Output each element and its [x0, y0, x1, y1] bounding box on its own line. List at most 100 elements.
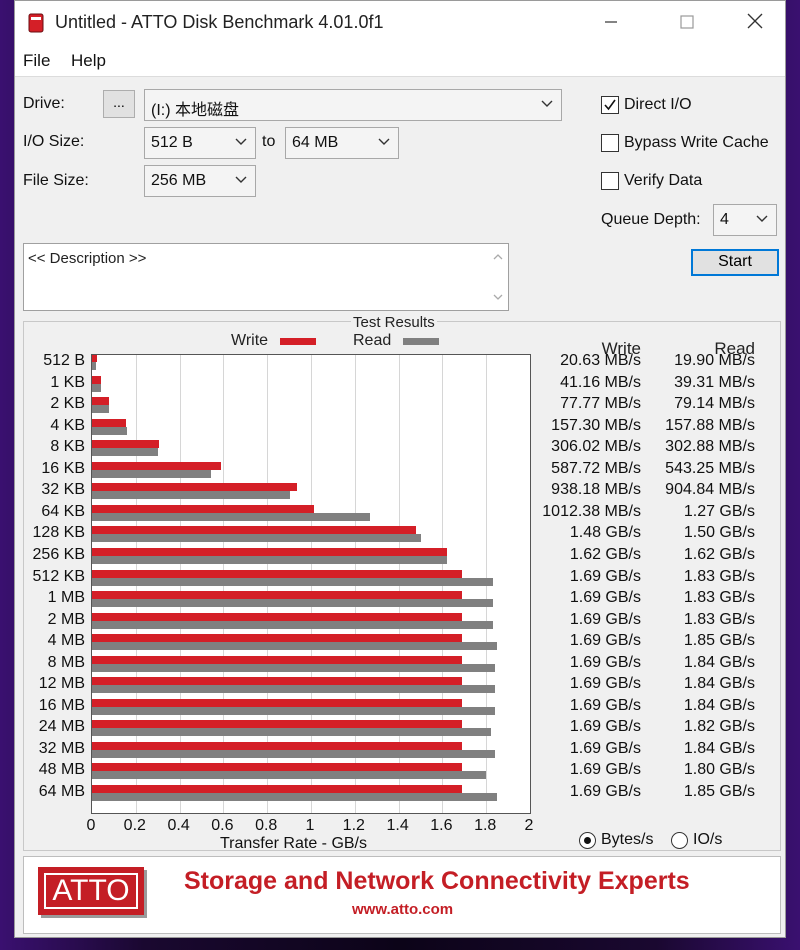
- queue-depth-label: Queue Depth:: [601, 211, 701, 228]
- read-bar: [92, 749, 495, 758]
- x-tick-label: 1.4: [386, 817, 409, 834]
- write-value: 1.69 GB/s: [569, 675, 641, 693]
- block-size-label: 16 KB: [41, 459, 85, 477]
- read-value: 1.84 GB/s: [683, 653, 755, 671]
- read-bar: [92, 491, 291, 500]
- block-size-label: 4 KB: [50, 416, 85, 434]
- chevron-down-icon: [541, 100, 553, 107]
- chevron-down-icon: [235, 176, 247, 183]
- queue-depth-select[interactable]: 4: [713, 204, 777, 236]
- grid-line: [530, 355, 531, 813]
- write-bar: [92, 418, 127, 427]
- io-per-sec-radio[interactable]: [671, 832, 688, 849]
- queue-depth-value: 4: [720, 211, 729, 228]
- write-bar: [92, 397, 110, 406]
- read-value: 543.25 MB/s: [665, 459, 755, 477]
- read-bar: [92, 577, 493, 586]
- io-size-max-select[interactable]: 64 MB: [285, 127, 399, 159]
- drive-select[interactable]: (I:) 本地磁盘: [144, 89, 562, 121]
- block-size-label: 128 KB: [32, 524, 85, 542]
- banner-tagline: Storage and Network Connectivity Experts: [184, 867, 690, 895]
- block-size-label: 16 MB: [38, 696, 85, 714]
- read-value: 1.83 GB/s: [683, 589, 755, 607]
- write-value: 1.69 GB/s: [569, 567, 641, 585]
- direct-io-checkbox[interactable]: [601, 96, 619, 114]
- x-tick-label: 1.6: [430, 817, 453, 834]
- write-value: 77.77 MB/s: [560, 395, 641, 413]
- io-per-sec-label[interactable]: IO/s: [693, 831, 722, 849]
- bytes-per-sec-radio[interactable]: [579, 832, 596, 849]
- io-size-to-label: to: [262, 133, 276, 150]
- direct-io-label[interactable]: Direct I/O: [624, 96, 692, 114]
- file-size-value: 256 MB: [151, 172, 207, 189]
- bytes-per-sec-label[interactable]: Bytes/s: [601, 831, 653, 849]
- transfer-rate-chart: [91, 354, 531, 814]
- chevron-down-icon: [235, 138, 247, 145]
- x-tick-label: 1: [305, 817, 315, 834]
- atto-banner: ATTO Storage and Network Connectivity Ex…: [23, 856, 781, 934]
- close-button[interactable]: [737, 9, 773, 37]
- read-bar: [92, 706, 495, 715]
- block-size-label: 256 KB: [32, 545, 85, 563]
- chevron-down-icon: [756, 215, 768, 222]
- read-bar: [92, 642, 498, 651]
- minimize-button[interactable]: [593, 9, 629, 37]
- title-bar[interactable]: Untitled - ATTO Disk Benchmark 4.01.0f1: [15, 1, 785, 45]
- legend-write-swatch: [280, 338, 316, 345]
- read-bar: [92, 728, 491, 737]
- read-value: 1.83 GB/s: [683, 610, 755, 628]
- menu-help[interactable]: Help: [71, 51, 106, 71]
- write-value: 1.69 GB/s: [569, 610, 641, 628]
- read-value: 157.88 MB/s: [665, 416, 755, 434]
- write-value: 1.69 GB/s: [569, 696, 641, 714]
- legend-write-label: Write: [231, 332, 269, 349]
- write-bar: [92, 655, 463, 664]
- write-value: 1.62 GB/s: [569, 545, 641, 563]
- write-value: 20.63 MB/s: [560, 352, 641, 369]
- description-textarea[interactable]: << Description >>: [23, 243, 509, 311]
- write-value: 306.02 MB/s: [551, 438, 641, 456]
- read-bar: [92, 685, 495, 694]
- bypass-write-cache-label[interactable]: Bypass Write Cache: [624, 134, 769, 152]
- write-bar: [92, 504, 314, 513]
- x-tick-label: 1.8: [474, 817, 497, 834]
- browse-drive-button[interactable]: ...: [103, 90, 135, 118]
- radio-selected-dot: [584, 837, 591, 844]
- write-value: 41.16 MB/s: [560, 373, 641, 391]
- checkmark-icon: [604, 99, 616, 111]
- start-button[interactable]: Start: [691, 249, 779, 276]
- description-text: << Description >>: [28, 250, 147, 267]
- results-title: Test Results: [351, 314, 437, 331]
- io-size-min-select[interactable]: 512 B: [144, 127, 256, 159]
- read-bar: [92, 362, 97, 370]
- io-size-label: I/O Size:: [23, 133, 85, 150]
- banner-url[interactable]: www.atto.com: [352, 901, 453, 918]
- maximize-button[interactable]: [669, 9, 705, 37]
- block-size-label: 4 MB: [47, 632, 85, 650]
- legend-read-label: Read: [353, 332, 392, 349]
- block-size-label: 8 MB: [47, 653, 85, 671]
- verify-data-label[interactable]: Verify Data: [624, 172, 702, 190]
- read-value: 1.27 GB/s: [683, 502, 755, 520]
- read-bar: [92, 599, 493, 608]
- menu-file[interactable]: File: [23, 51, 50, 71]
- verify-data-checkbox[interactable]: [601, 172, 619, 190]
- minimize-icon: [605, 21, 617, 23]
- write-bar: [92, 547, 447, 556]
- block-size-label: 1 KB: [50, 373, 85, 391]
- file-size-select[interactable]: 256 MB: [144, 165, 256, 197]
- read-bar: [92, 793, 498, 801]
- block-size-label: 1 MB: [47, 589, 85, 607]
- block-size-label: 64 MB: [38, 783, 85, 800]
- read-value: 19.90 MB/s: [674, 352, 755, 369]
- read-value: 1.84 GB/s: [683, 739, 755, 757]
- menu-bar: File Help: [15, 45, 785, 77]
- x-tick-label: 0.4: [167, 817, 190, 834]
- read-value: 1.50 GB/s: [683, 524, 755, 542]
- description-scrollbar[interactable]: [488, 244, 508, 310]
- bypass-write-cache-checkbox[interactable]: [601, 134, 619, 152]
- read-value: 302.88 MB/s: [665, 438, 755, 456]
- write-value: 1.69 GB/s: [569, 739, 641, 757]
- write-bar: [92, 440, 159, 449]
- write-bar: [92, 591, 463, 600]
